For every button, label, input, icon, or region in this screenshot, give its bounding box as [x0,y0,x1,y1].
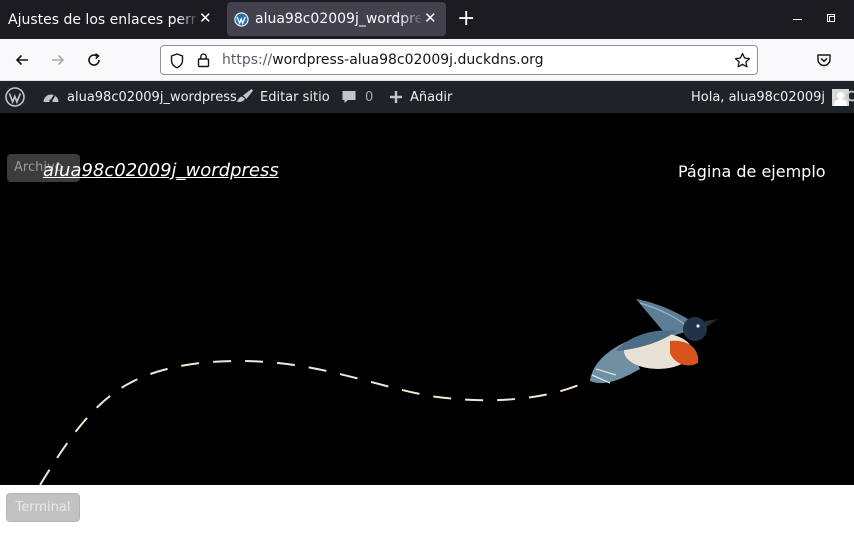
tab-title: alua98c02009j_wordpress [255,11,421,27]
site-title-link[interactable]: alua98c02009j_wordpress [43,160,279,181]
plus-icon [390,91,402,103]
my-account-menu[interactable]: Hola, alua98c02009j [691,81,850,113]
wp-logo-button[interactable] [5,81,25,113]
arrow-left-icon [15,54,28,66]
navigation-toolbar: https://wordpress-alua98c02009j.duckdns.… [0,39,854,81]
comments-button[interactable]: 0 [341,81,373,113]
reload-icon [88,53,100,66]
comments-count: 0 [365,89,374,105]
greeting-label: Hola, alua98c02009j [691,89,826,105]
nav-link-sample-page[interactable]: Página de ejemplo [678,162,826,181]
site-content: Archivo alua98c02009j_wordpress Página d… [0,113,854,485]
wp-admin-bar: alua98c02009j_wordpress Editar sitio 0 A… [0,81,854,113]
edit-site-button[interactable]: Editar sitio [234,81,330,113]
tab-title: Ajustes de los enlaces permanentes [8,11,196,28]
pocket-button[interactable] [813,49,835,71]
dashboard-gauge-icon [43,94,59,103]
close-icon[interactable]: ✕ [424,11,437,26]
minimize-icon[interactable] [793,19,802,20]
wordpress-favicon-icon [234,11,249,27]
terminal-button[interactable]: Terminal [6,493,80,522]
site-name-menu[interactable]: alua98c02009j_wordpress [42,81,237,113]
url-host: wordpress-alua98c02009j.duckdns.org [272,52,544,68]
new-tab-button[interactable]: + [457,7,475,31]
close-icon[interactable]: ✕ [199,11,212,26]
admin-search-button[interactable] [846,81,854,113]
arrow-right-icon [52,54,65,66]
bookmark-star-icon[interactable] [734,52,751,69]
url-scheme: https:// [222,52,273,68]
address-bar[interactable]: https://wordpress-alua98c02009j.duckdns.… [160,45,758,75]
restore-icon[interactable] [827,14,835,22]
comment-bubble-icon [342,91,356,103]
search-icon [846,90,854,102]
edit-site-label: Editar sitio [260,89,330,105]
back-button[interactable] [11,49,33,71]
flight-path-dashed-line [39,360,601,485]
add-new-button[interactable]: Añadir [389,81,452,113]
reload-button[interactable] [83,49,105,71]
add-new-label: Añadir [410,89,453,105]
site-name-label: alua98c02009j_wordpress [67,89,237,105]
url-text: https://wordpress-alua98c02009j.duckdns.… [222,52,544,68]
forward-button[interactable] [47,49,69,71]
brush-icon [236,89,253,103]
browser-tab-strip: Ajustes de los enlaces permanentes ✕ alu… [0,0,854,39]
tab-wordpress-site[interactable]: alua98c02009j_wordpress ✕ [227,2,446,36]
shield-icon[interactable] [170,53,184,69]
pocket-icon [817,54,831,67]
tab-permalink-settings[interactable]: Ajustes de los enlaces permanentes ✕ [0,0,222,39]
bird-icon [590,299,718,384]
lock-icon[interactable] [197,52,210,68]
wordpress-logo-icon [5,87,25,107]
